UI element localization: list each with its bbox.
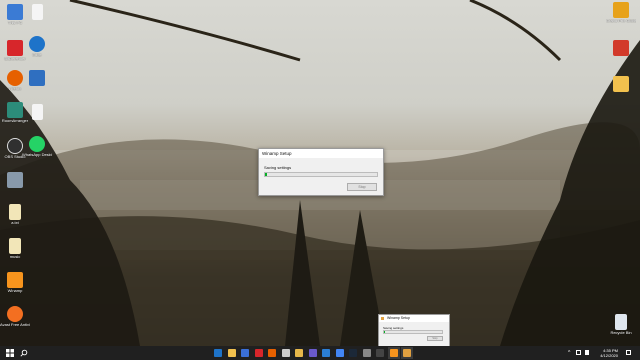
obs-studio-icon: [7, 138, 23, 154]
bitdefender-icon[interactable]: [254, 349, 263, 357]
app-icon: [613, 76, 629, 92]
desktop-icon-label: This PC: [7, 21, 23, 25]
network-icon[interactable]: [576, 350, 581, 355]
winamp-icon: [7, 272, 23, 288]
desktop-icon[interactable]: [22, 104, 52, 120]
desktop-icon[interactable]: Grand Prix Global Edit.: [606, 2, 636, 23]
bitdefender-icon: [7, 40, 23, 56]
desktop-icon[interactable]: music: [0, 238, 30, 259]
preview-title-text: Winamp Setup: [387, 316, 410, 320]
winamp-setup-icon[interactable]: [403, 349, 411, 357]
dialog-status-text: Saving settings: [264, 165, 292, 170]
desktop-icon-label: Recycle Bin: [610, 331, 632, 335]
desktop-icon[interactable]: a.txt: [0, 204, 30, 225]
winamp-setup-icon: [381, 317, 384, 320]
folder-icon[interactable]: [295, 349, 303, 357]
firefox-icon: [7, 70, 23, 86]
preview-progress-bar: [383, 330, 443, 334]
preview-progress-fill: [384, 331, 386, 333]
dialog-title: Winamp Setup: [259, 149, 383, 158]
desktop-icon-label: music: [9, 255, 21, 259]
app-icon: [7, 172, 23, 188]
volume-icon[interactable]: [585, 350, 589, 355]
desktop-icon-label: a.txt: [11, 221, 19, 225]
text-file-icon: [9, 238, 21, 254]
explorer-icon[interactable]: [227, 349, 236, 357]
app-icon[interactable]: [322, 349, 330, 357]
progress-bar: [264, 172, 378, 177]
desktop-icon[interactable]: Winamp: [0, 272, 30, 293]
whatsapp-icon: [29, 136, 45, 152]
app-icon: [29, 70, 45, 86]
taskbar-date[interactable]: 4/12/2020: [596, 353, 618, 358]
room-arranger-icon: [7, 102, 23, 118]
steam-icon[interactable]: [349, 349, 357, 357]
desktop-icon[interactable]: [606, 40, 636, 56]
taskbar-preview-winamp-setup[interactable]: Winamp Setup Saving settings Stop: [378, 314, 450, 348]
desktop-icon[interactable]: [0, 172, 30, 188]
desktop-icon-label: Grand Prix Global Edit.: [606, 19, 636, 23]
desktop-icon-label: BitDefender: [4, 57, 26, 61]
desktop-icon[interactable]: Edge: [22, 36, 52, 57]
preview-title: Winamp Setup: [379, 315, 449, 322]
chrome-icon[interactable]: [335, 349, 344, 357]
stop-button[interactable]: Stop: [347, 183, 377, 191]
progress-bar-fill: [265, 173, 268, 176]
desktop-icon-label: Firefox: [8, 87, 22, 91]
desktop-icon[interactable]: Avast Free Antivirus: [0, 306, 30, 327]
document-icon: [31, 104, 43, 120]
recycle-bin-icon: [615, 314, 627, 330]
clock-icon[interactable]: [362, 349, 371, 357]
store-icon[interactable]: [241, 349, 249, 357]
app2-icon[interactable]: [376, 349, 384, 357]
firefox-icon[interactable]: [268, 349, 276, 357]
winamp-icon[interactable]: [389, 349, 398, 357]
edge-icon[interactable]: [214, 349, 222, 357]
desktop-icon[interactable]: [22, 4, 52, 20]
search-icon[interactable]: [20, 349, 28, 357]
tray-up-arrow-icon[interactable]: ^: [568, 350, 570, 356]
preview-stop-button: Stop: [427, 336, 443, 341]
photos-icon[interactable]: [308, 349, 317, 357]
app-icon: [613, 40, 629, 56]
desktop-icon[interactable]: [606, 76, 636, 92]
this-pc-icon: [7, 4, 23, 20]
desktop-icon-label: Winamp: [7, 289, 23, 293]
desktop-icon-label: WhatsApp Desktop: [22, 153, 52, 157]
desktop-icon[interactable]: WhatsApp Desktop: [22, 136, 52, 157]
desktop-icon-label: Avast Free Antivirus: [0, 323, 30, 327]
recycle-bin[interactable]: Recycle Bin: [606, 314, 636, 335]
avast-icon: [7, 306, 23, 322]
notifications-icon[interactable]: [626, 350, 631, 355]
taskbar: ^ 4:35 PM 4/12/2020: [0, 346, 640, 360]
desktop-icon[interactable]: [22, 70, 52, 86]
text-file-icon: [9, 204, 21, 220]
game-icon: [613, 2, 629, 18]
edge-icon: [29, 36, 45, 52]
settings-icon[interactable]: [281, 349, 290, 357]
windows-start-icon[interactable]: [6, 349, 14, 357]
desktop-icon-label: Edge: [32, 53, 42, 57]
document-icon: [31, 4, 43, 20]
